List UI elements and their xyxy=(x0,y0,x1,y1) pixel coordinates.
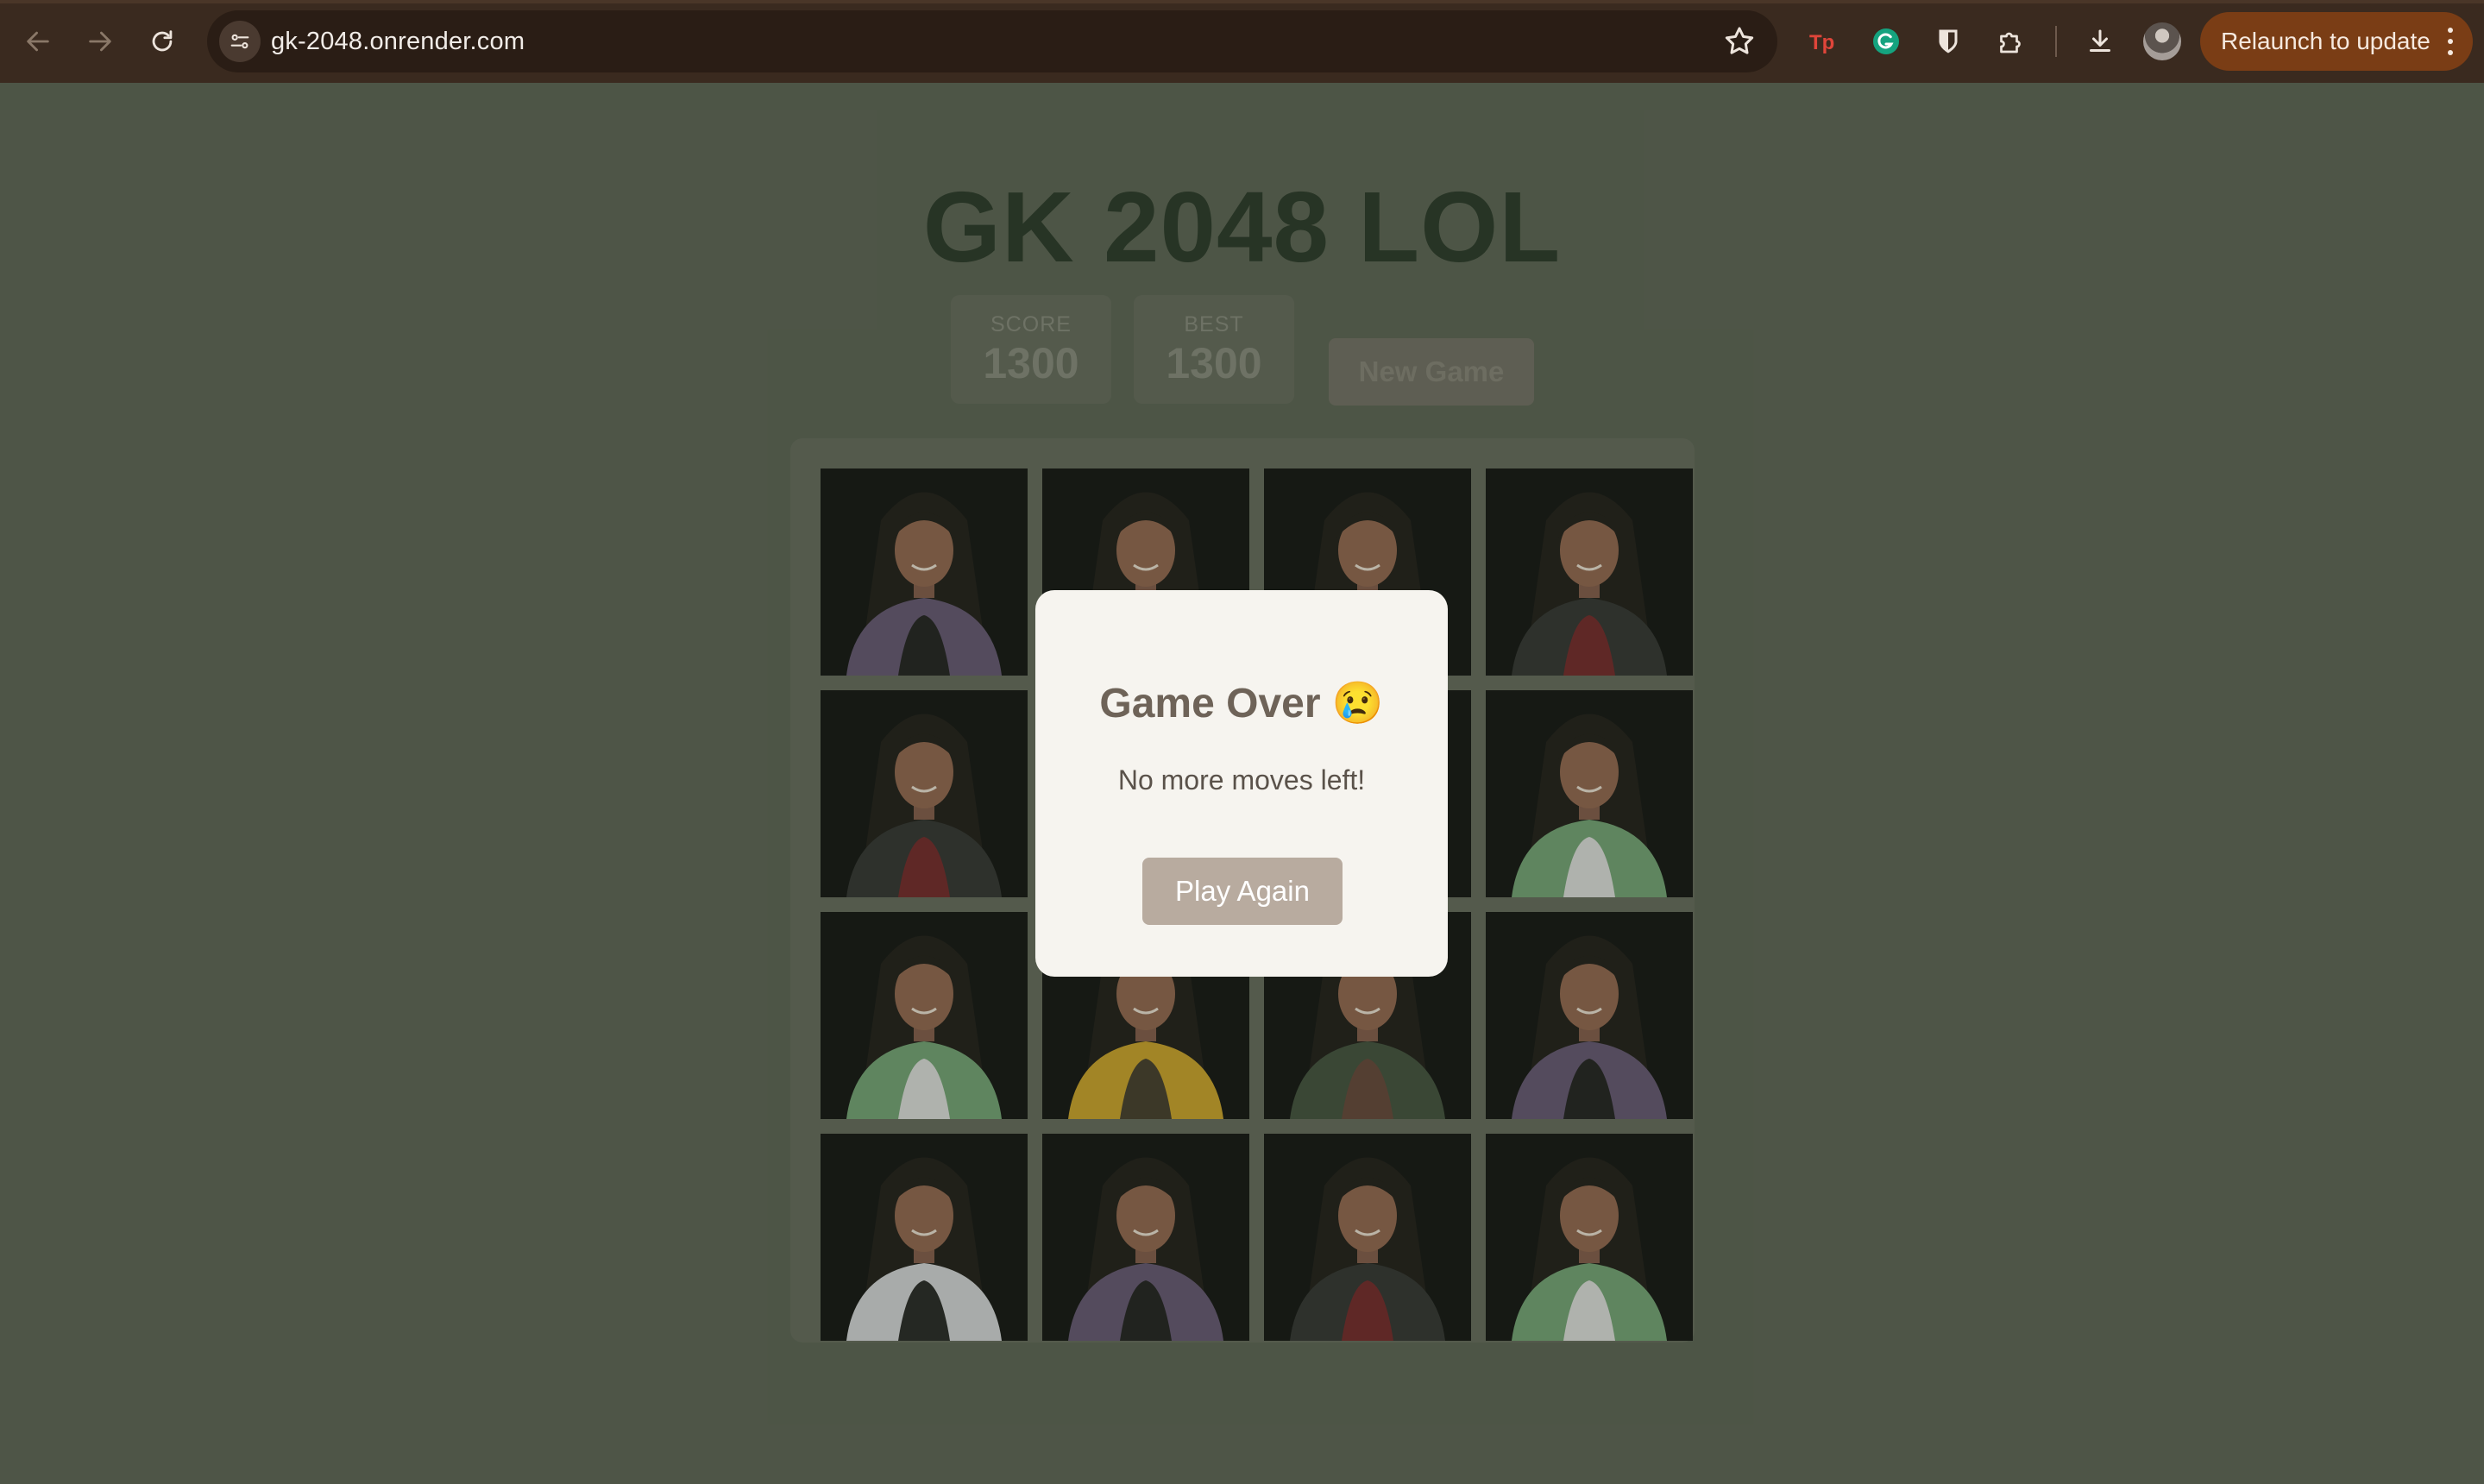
best-score-box: BEST 1300 xyxy=(1134,295,1294,404)
game-over-modal: Game Over 😢 No more moves left! Play Aga… xyxy=(1035,590,1448,977)
tab-strip-edge xyxy=(0,0,2484,3)
game-over-title: Game Over 😢 xyxy=(1099,681,1384,726)
typingpal-extension-icon[interactable]: Tp xyxy=(1803,22,1841,60)
profile-avatar[interactable] xyxy=(2143,22,2181,60)
back-icon[interactable] xyxy=(17,21,59,62)
score-box: SCORE 1300 xyxy=(951,295,1111,404)
tile-photo-white-top-bag xyxy=(821,1134,1028,1341)
forward-icon[interactable] xyxy=(79,21,121,62)
bitwarden-extension-icon[interactable] xyxy=(1929,22,1967,60)
relaunch-to-update-button[interactable]: Relaunch to update xyxy=(2200,12,2473,71)
relaunch-label: Relaunch to update xyxy=(2221,28,2431,54)
reload-icon[interactable] xyxy=(141,21,183,62)
play-again-button[interactable]: Play Again xyxy=(1142,858,1343,925)
tile-photo-leather-jacket xyxy=(821,690,1028,897)
game-title: GK 2048 LOL xyxy=(922,171,1562,283)
tile-photo-plaid-smile xyxy=(821,468,1028,676)
bookmark-star-icon[interactable] xyxy=(1722,24,1757,59)
score-value: 1300 xyxy=(983,339,1079,387)
tile-photo-leather-jacket xyxy=(1486,468,1693,676)
toolbar-separator xyxy=(2055,26,2057,57)
tile-photo-plaid-smile xyxy=(1486,912,1693,1119)
new-game-button[interactable]: New Game xyxy=(1329,338,1534,406)
site-info-icon[interactable] xyxy=(219,21,261,62)
tile-photo-green-cardigan xyxy=(1486,1134,1693,1341)
game-over-message: No more moves left! xyxy=(1117,764,1366,795)
tile-photo-green-cardigan xyxy=(1486,690,1693,897)
tile-photo-plaid-smile xyxy=(1042,1134,1249,1341)
url-text[interactable]: gk-2048.onrender.com xyxy=(271,28,525,56)
tile-photo-green-cardigan xyxy=(821,912,1028,1119)
grammarly-extension-icon[interactable] xyxy=(1867,22,1905,60)
more-menu-icon[interactable] xyxy=(2447,28,2454,55)
best-value: 1300 xyxy=(1166,339,1262,387)
best-label: BEST xyxy=(1184,312,1244,336)
score-label: SCORE xyxy=(990,312,1072,336)
extensions-puzzle-icon[interactable] xyxy=(1991,22,2029,60)
svg-text:Tp: Tp xyxy=(1809,31,1834,54)
address-bar[interactable]: gk-2048.onrender.com xyxy=(207,10,1777,72)
downloads-icon[interactable] xyxy=(2081,22,2119,60)
browser-toolbar: gk-2048.onrender.com Tp Relaunch to upda… xyxy=(0,0,2484,83)
tile-photo-leather-jacket xyxy=(1264,1134,1471,1341)
